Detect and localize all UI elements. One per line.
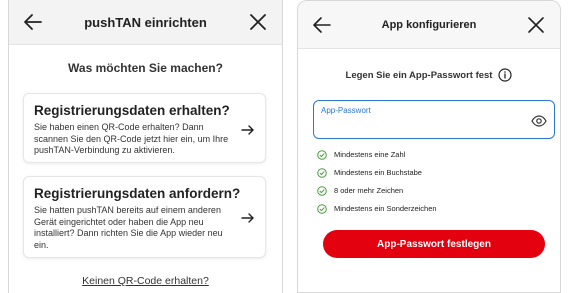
- arrow-left-icon[interactable]: [310, 13, 334, 37]
- left-screen: pushTAN einrichten Was möchten Sie mache…: [8, 0, 283, 293]
- info-icon[interactable]: [498, 68, 513, 82]
- check-circle-icon: [317, 167, 327, 178]
- info-line: Legen Sie ein App-Passwort fest: [298, 68, 560, 82]
- eye-icon[interactable]: [531, 114, 547, 128]
- close-icon[interactable]: [524, 13, 548, 37]
- requirement-label: Mindestens eine Zahl: [334, 150, 406, 159]
- card-title: Registrierungsdaten anfordern?: [34, 186, 241, 201]
- field-label: App-Passwort: [321, 106, 371, 115]
- card-text: Sie haben einen QR-Code erhalten? Dann s…: [34, 122, 229, 155]
- check-circle-icon: [317, 203, 327, 214]
- question-heading: Was möchten Sie machen?: [68, 61, 223, 75]
- requirement-label: Mindestens ein Sonderzeichen: [334, 204, 437, 213]
- set-app-password-button[interactable]: App-Passwort festlegen: [323, 230, 545, 258]
- no-qr-code-link[interactable]: Keinen QR-Code erhalten?: [9, 275, 282, 287]
- app-password-field[interactable]: App-Passwort: [313, 100, 555, 139]
- requirement-label: 8 oder mehr Zeichen: [334, 186, 404, 195]
- right-screen: App konfigurieren Legen Sie ein App-Pass…: [297, 0, 561, 293]
- arrow-right-icon: [240, 122, 256, 138]
- close-icon[interactable]: [246, 10, 270, 34]
- page-title: App konfigurieren: [381, 18, 477, 31]
- requirement-item: Mindestens ein Buchstabe: [317, 165, 437, 180]
- page-title: pushTAN einrichten: [84, 14, 207, 30]
- app-bar: App konfigurieren: [298, 1, 560, 49]
- card-request-registration[interactable]: Registrierungsdaten anfordern? Sie hatte…: [23, 176, 266, 258]
- requirement-label: Mindestens ein Buchstabe: [334, 168, 422, 177]
- password-requirements: Mindestens eine Zahl Mindestens ein Buch…: [317, 147, 437, 219]
- arrow-right-icon: [240, 210, 256, 226]
- info-text: Legen Sie ein App-Passwort fest: [345, 69, 493, 81]
- card-title: Registrierungsdaten erhalten?: [34, 103, 230, 118]
- app-bar: pushTAN einrichten: [9, 0, 282, 45]
- requirement-item: Mindestens eine Zahl: [317, 147, 437, 162]
- requirement-item: 8 oder mehr Zeichen: [317, 183, 437, 198]
- arrow-left-icon[interactable]: [21, 10, 45, 34]
- check-circle-icon: [317, 185, 327, 196]
- requirement-item: Mindestens ein Sonderzeichen: [317, 201, 437, 216]
- card-receive-registration[interactable]: Registrierungsdaten erhalten? Sie haben …: [23, 93, 266, 163]
- card-text: Sie hatten pushTAN bereits auf einem and…: [34, 205, 223, 250]
- check-circle-icon: [317, 149, 327, 160]
